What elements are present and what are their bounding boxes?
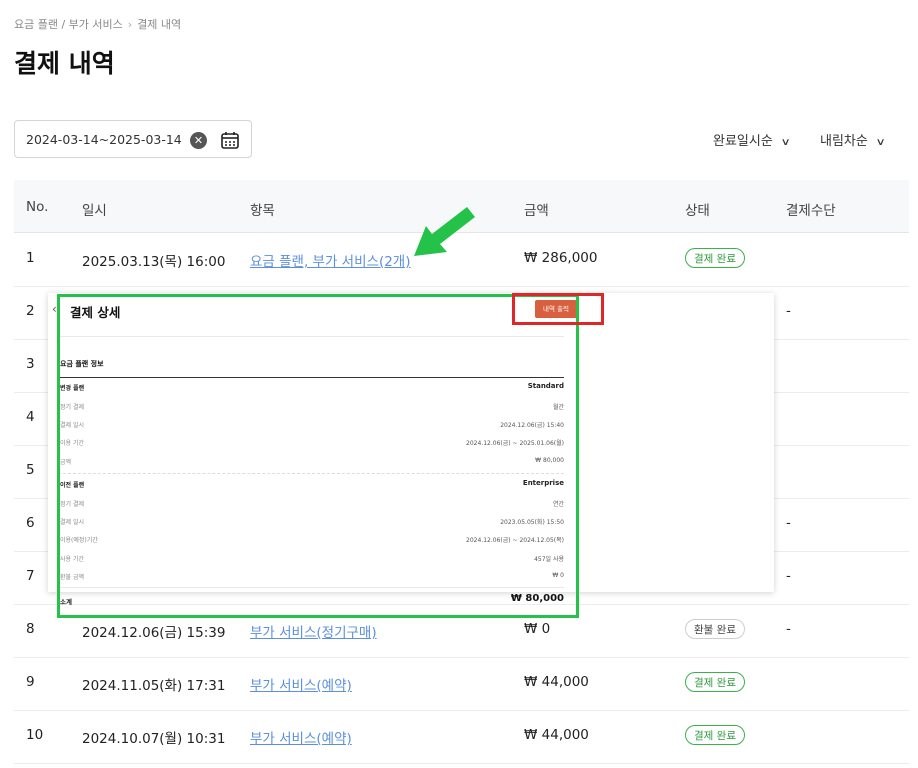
detail-value: 월간 <box>552 404 564 411</box>
detail-label: 정기 결제 <box>60 501 84 508</box>
detail-value: 2024.12.06(금) 15:40 <box>500 422 564 429</box>
sort-order-label: 내림차순 <box>820 134 868 149</box>
detail-label: 환불 금액 <box>60 574 84 581</box>
row-number: 10 <box>26 727 44 743</box>
row-number: 2 <box>26 303 35 319</box>
detail-label: 이용 기간 <box>60 440 84 447</box>
header-method: 결제수단 <box>786 203 836 219</box>
detail-value: 2024.12.06(금) ~ 2024.12.05(목) <box>466 537 564 544</box>
subtotal-label: 소계 <box>60 598 72 606</box>
popup-title: 결제 상세 <box>70 305 121 320</box>
detail-value: 연간 <box>552 501 564 508</box>
detail-label: 변경 플랜 <box>60 385 85 392</box>
row-number: 6 <box>26 515 35 531</box>
breadcrumb-parent[interactable]: 요금 플랜 / 부가 서비스 <box>14 18 123 31</box>
table-row: 1 2025.03.13(목) 16:00 요금 플랜, 부가 서비스(2개) ₩ 2… <box>14 233 909 287</box>
sort-order-dropdown[interactable]: 내림차순 ∨ <box>820 130 886 149</box>
detail-value: 2023.05.05(화) 15:50 <box>500 519 564 526</box>
header-item: 항목 <box>250 203 275 219</box>
detail-value: 457일 사용 <box>534 556 564 563</box>
detail-label: 금액 <box>60 459 72 466</box>
row-amount: ₩ 0 <box>524 621 551 637</box>
clear-icon[interactable]: ✕ <box>190 132 207 149</box>
detail-label: 정기 결제 <box>60 404 84 411</box>
sort-field-dropdown[interactable]: 완료일시순 ∨ <box>713 130 791 149</box>
page-title: 결제 내역 <box>14 49 115 78</box>
header-amount: 금액 <box>524 203 549 219</box>
date-range-value: 2024-03-14~2025-03-14 <box>26 132 182 147</box>
row-payment-method: - <box>786 303 791 319</box>
row-amount: ₩ 286,000 <box>524 250 598 266</box>
detail-value: 2024.12.06(금) ~ 2025.01.06(월) <box>466 440 564 447</box>
chevron-down-icon: ∨ <box>780 137 791 148</box>
divider <box>58 336 564 337</box>
row-date: 2024.10.07(월) 10:31 <box>82 731 226 747</box>
row-item-link[interactable]: 요금 플랜, 부가 서비스(2개) <box>250 250 411 270</box>
detail-label: 이용(예정)기간 <box>60 537 98 544</box>
detail-value: ₩ 80,000 <box>535 457 564 464</box>
row-item-link[interactable]: 부가 서비스(예약) <box>250 674 352 694</box>
payment-detail-popup: ‹ 결제 상세 내역 출력 요금 플랜 정보 변경 플랜 Standard 정기 결… <box>48 293 774 606</box>
row-date: 2025.03.13(목) 16:00 <box>82 254 226 270</box>
row-amount: ₩ 44,000 <box>524 727 589 743</box>
calendar-icon[interactable] <box>220 130 240 150</box>
detail-label: 이전 플랜 <box>60 482 85 489</box>
back-arrow-icon[interactable]: ‹ <box>52 302 57 316</box>
row-number: 4 <box>26 409 35 425</box>
breadcrumb-current: 결제 내역 <box>137 18 182 31</box>
print-history-button[interactable]: 내역 출력 <box>535 300 577 318</box>
subtotal-value: ₩ 80,000 <box>510 593 564 604</box>
row-number: 1 <box>26 250 35 266</box>
row-date: 2024.12.06(금) 15:39 <box>82 625 226 641</box>
header-status: 상태 <box>685 203 710 219</box>
table-row: 10 2024.10.07(월) 10:31 부가 서비스(예약) ₩ 44,000 결… <box>14 710 909 764</box>
table-row: 9 2024.11.05(화) 17:31 부가 서비스(예약) ₩ 44,000 결제… <box>14 657 909 711</box>
header-no: No. <box>26 199 49 215</box>
detail-value: Standard <box>527 382 564 390</box>
detail-label: 사용 기간 <box>60 556 84 563</box>
status-badge: 환불 완료 <box>685 619 745 639</box>
chevron-down-icon: ∨ <box>875 137 886 148</box>
status-badge: 결제 완료 <box>685 672 745 692</box>
table-header: No. 일시 항목 금액 상태 결제수단 <box>14 180 909 233</box>
row-item-link[interactable]: 부가 서비스(정기구매) <box>250 621 377 641</box>
date-range-input[interactable]: 2024-03-14~2025-03-14 ✕ <box>14 120 252 158</box>
row-amount: ₩ 44,000 <box>524 674 589 690</box>
detail-label: 결제 일시 <box>60 422 84 429</box>
row-number: 3 <box>26 356 35 372</box>
row-payment-method: - <box>786 621 791 637</box>
breadcrumb-separator: › <box>127 18 133 31</box>
divider <box>58 473 564 474</box>
row-item-link[interactable]: 부가 서비스(예약) <box>250 727 352 747</box>
row-number: 7 <box>26 568 35 584</box>
divider <box>58 587 564 588</box>
row-number: 5 <box>26 462 35 478</box>
row-number: 8 <box>26 621 35 637</box>
breadcrumb: 요금 플랜 / 부가 서비스 › 결제 내역 <box>14 16 181 32</box>
row-payment-method: - <box>786 515 791 531</box>
row-payment-method: - <box>786 568 791 584</box>
divider <box>58 377 564 378</box>
detail-label: 결제 일시 <box>60 519 84 526</box>
detail-value: ₩ 0 <box>552 572 564 579</box>
detail-value: Enterprise <box>522 479 564 487</box>
status-badge: 결제 완료 <box>685 248 745 268</box>
row-number: 9 <box>26 674 35 690</box>
sort-field-label: 완료일시순 <box>713 134 773 149</box>
section-title: 요금 플랜 정보 <box>60 360 104 368</box>
status-badge: 결제 완료 <box>685 725 745 745</box>
row-date: 2024.11.05(화) 17:31 <box>82 678 226 694</box>
table-row: 8 2024.12.06(금) 15:39 부가 서비스(정기구매) ₩ 0 환불 완료… <box>14 604 909 658</box>
header-date: 일시 <box>82 203 107 219</box>
